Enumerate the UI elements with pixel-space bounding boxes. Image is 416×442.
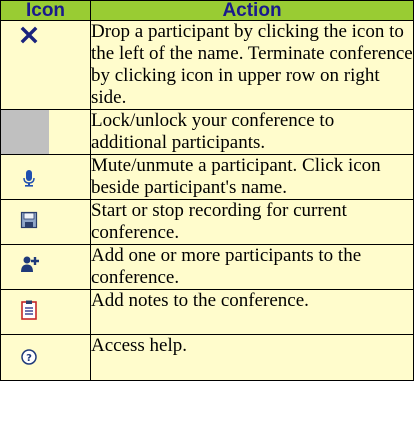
svg-text:?: ? <box>26 353 32 364</box>
icon-cell <box>0 20 91 110</box>
row-description: Drop a participant by clicking the icon … <box>90 20 414 110</box>
table-row: ? Access help. <box>0 334 414 381</box>
row-description: Add notes to the conference. <box>90 289 414 335</box>
table-row: Start or stop recording for current conf… <box>0 199 414 245</box>
table-row: Add one or more participants to the conf… <box>0 244 414 290</box>
close-x-icon <box>20 26 38 44</box>
header-icon: Icon <box>0 0 91 21</box>
icon-cell <box>0 244 91 290</box>
header-action: Action <box>90 0 414 21</box>
icon-cell <box>0 199 91 245</box>
notes-clipboard-icon <box>21 300 37 320</box>
table-row: Lock/unlock your conference to additiona… <box>0 109 414 155</box>
icon-action-table: Icon Action Drop a participant by clicki… <box>0 0 414 381</box>
microphone-icon <box>23 170 35 187</box>
save-disk-icon <box>20 211 38 229</box>
row-description: Start or stop recording for current conf… <box>90 199 414 245</box>
table-row: Add notes to the conference. <box>0 289 414 335</box>
add-participant-icon <box>21 256 39 272</box>
icon-cell <box>0 154 91 200</box>
table-row: Mute/unmute a participant. Click icon be… <box>0 154 414 200</box>
row-description: Access help. <box>90 334 414 381</box>
icon-cell: ? <box>0 334 91 381</box>
help-icon: ? <box>21 349 37 365</box>
icon-cell <box>0 109 91 155</box>
icon-cell <box>0 289 91 335</box>
row-description: Lock/unlock your conference to additiona… <box>90 109 414 155</box>
table-row: Drop a participant by clicking the icon … <box>0 20 414 110</box>
row-description: Add one or more participants to the conf… <box>90 244 414 290</box>
row-description: Mute/unmute a participant. Click icon be… <box>90 154 414 200</box>
header-row: Icon Action <box>0 0 414 21</box>
lock-placeholder-icon <box>1 110 49 154</box>
